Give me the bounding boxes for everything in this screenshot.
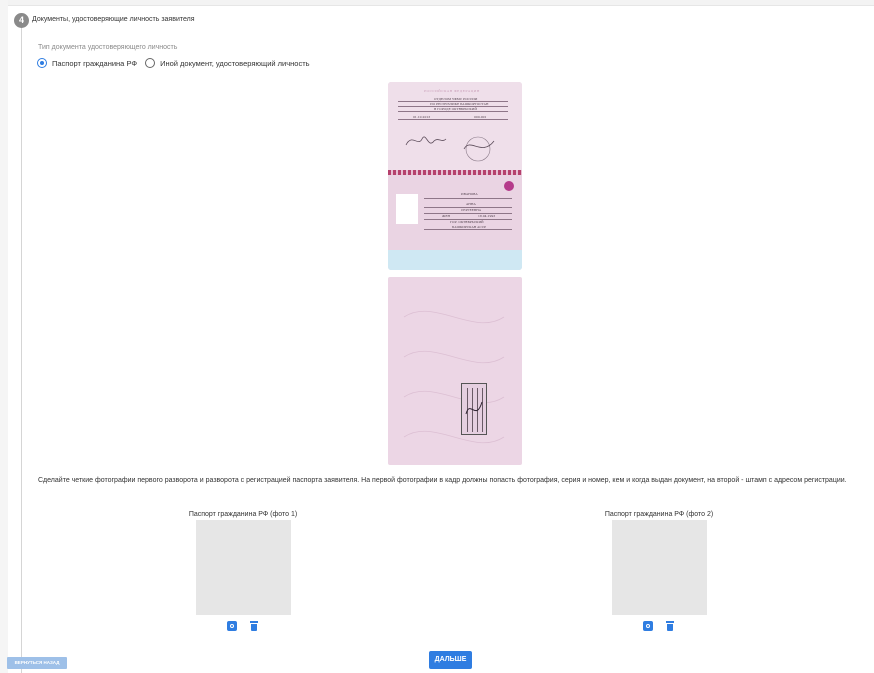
photo-2-placeholder[interactable] (612, 520, 707, 615)
step-title: Документы, удостоверяющие личность заяви… (32, 16, 195, 23)
stamp-signature-icon (465, 401, 483, 415)
left-strip (0, 0, 8, 673)
passport-name: АННА (466, 202, 476, 206)
photo-2-label: Паспорт гражданина РФ (фото 2) (604, 511, 714, 518)
document-type-label: Тип документа удостоверяющего личность (38, 44, 178, 51)
passport-birth-place-1: ГОР. ОКТЯБРЬСКИЙ (450, 220, 484, 224)
photo-1-camera-icon[interactable] (227, 621, 237, 631)
radio-passport-rf[interactable] (37, 58, 47, 68)
passport-surname: ИВАНОВА (461, 192, 478, 196)
passport-line (424, 229, 512, 230)
photo-instructions: Сделайте четкие фотографии первого разво… (38, 477, 847, 484)
passport-line (424, 198, 512, 199)
step-timeline (21, 20, 22, 673)
sample-passport-spread-2-image (388, 277, 522, 465)
passport-line (398, 111, 508, 112)
radio-other-document[interactable] (145, 58, 156, 68)
passport-signature-icon (405, 136, 495, 162)
photo-2-camera-icon[interactable] (643, 621, 653, 631)
step-number-badge: 4 (14, 13, 29, 28)
passport-line (424, 213, 512, 214)
next-button[interactable]: ДАЛЬШЕ (429, 651, 472, 669)
passport-holder-photo (396, 194, 418, 224)
passport-line (398, 101, 508, 102)
passport-line (398, 119, 508, 120)
passport-emblem-icon (504, 181, 514, 191)
photo-1-label: Паспорт гражданина РФ (фото 1) (188, 511, 298, 518)
page: 4 Документы, удостоверяющие личность зая… (0, 0, 874, 673)
back-button[interactable]: ВЕРНУТЬСЯ НАЗАД (7, 657, 67, 669)
passport-patronymic: СЕРГЕЕВНА (461, 208, 481, 212)
passport-line (424, 207, 512, 208)
passport-line (398, 106, 508, 107)
top-strip (0, 0, 874, 6)
radio-other-document-label[interactable]: Иной документ, удостоверяющий личность (160, 59, 309, 68)
passport-watermark-icon (403, 310, 505, 444)
passport-line (424, 219, 512, 220)
registration-stamp (461, 383, 487, 435)
passport-mrz-zone (388, 250, 522, 270)
radio-passport-rf-label[interactable]: Паспорт гражданина РФ (52, 59, 137, 68)
passport-birth-date: 18.04.1993 (478, 214, 496, 218)
photo-2-trash-icon[interactable] (665, 621, 675, 631)
passport-sex: ЖЕН (442, 214, 451, 218)
photo-1-placeholder[interactable] (196, 520, 291, 615)
document-type-radio-group: Паспорт гражданина РФ Иной документ, удо… (37, 58, 318, 68)
passport-header-text: РОССИЙСКАЯ ФЕДЕРАЦИЯ (424, 89, 480, 93)
sample-passport-spread-1-image: РОССИЙСКАЯ ФЕДЕРАЦИЯ ОТДЕЛОМ УФМС РОССИИ… (388, 82, 522, 270)
photo-1-trash-icon[interactable] (249, 621, 259, 631)
